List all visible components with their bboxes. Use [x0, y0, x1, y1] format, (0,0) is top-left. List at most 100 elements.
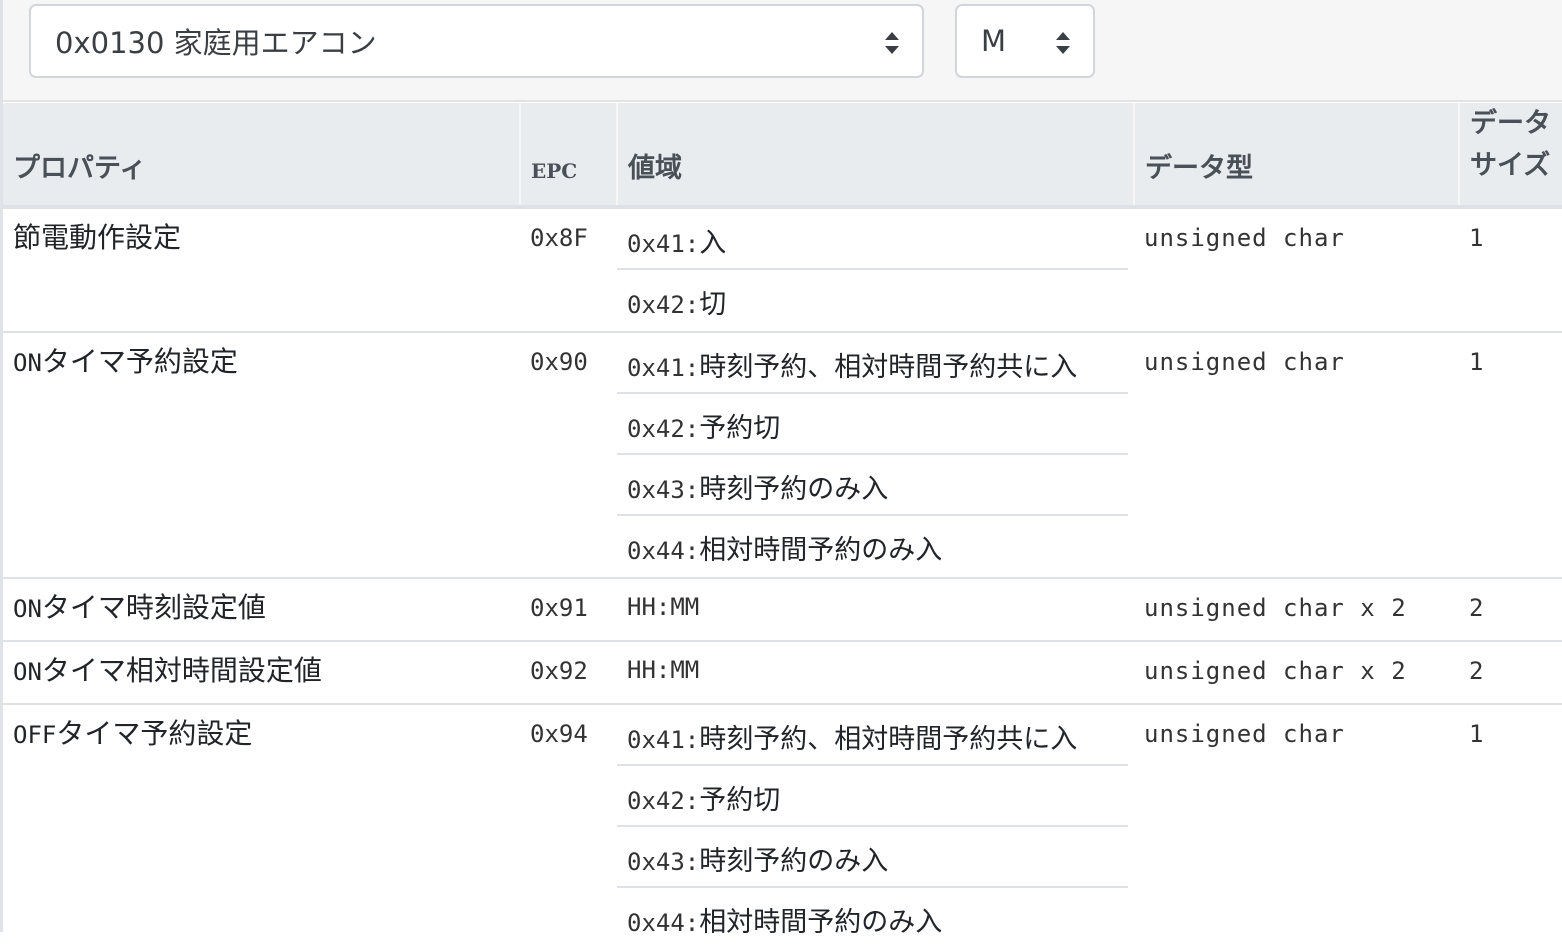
value-range-cell: 0x41:入 0x42:切	[617, 207, 1134, 332]
table-row: ONタイマ時刻設定値 0x91 HH:MM unsigned char x 2 2	[3, 577, 1562, 641]
property-name: タイマ相対時間設定値	[41, 654, 322, 687]
device-class-select-value: 0x0130 家庭用エアコン	[55, 26, 377, 60]
epc-code: 0x92	[530, 657, 588, 685]
value-range-item: 0x41:入	[617, 209, 1128, 270]
value-range-cell: HH:MM	[617, 577, 1134, 641]
value-range-item: 0x44:相対時間予約のみ入	[617, 888, 1128, 949]
data-type-cell: unsigned char	[1134, 703, 1459, 949]
property-name-prefix: ON	[13, 658, 42, 686]
property-name: タイマ予約設定	[56, 717, 253, 750]
column-header-type[interactable]: データ型	[1133, 103, 1459, 209]
value-label: 時刻予約、相対時間予約共に入	[699, 352, 1078, 383]
data-type-cell: unsigned char	[1134, 207, 1459, 332]
table-row: ONタイマ予約設定 0x90 0x41:時刻予約、相対時間予約共に入 0x42:予約切…	[3, 331, 1562, 578]
value-range-cell: HH:MM	[617, 640, 1134, 704]
value-label: 相対時間予約のみ入	[699, 535, 943, 566]
value-range-item: 0x44:相対時間予約のみ入	[617, 516, 1128, 577]
value-label: 時刻予約、相対時間予約共に入	[699, 724, 1078, 755]
property-name: タイマ予約設定	[41, 345, 238, 378]
toolbar: 0x0130 家庭用エアコン M	[3, 0, 1562, 102]
data-size-cell: 1	[1459, 331, 1562, 578]
data-size-cell: 1	[1459, 207, 1562, 332]
value-range-item: 0x42:切	[617, 270, 1128, 331]
value-range-cell: 0x41:時刻予約、相対時間予約共に入 0x42:予約切 0x43:時刻予約のみ入 0…	[617, 331, 1134, 578]
value-code: 0x42:	[627, 787, 700, 815]
property-name: 節電動作設定	[13, 221, 182, 254]
value-code: 0x42:	[627, 291, 700, 319]
device-class-select[interactable]: 0x0130 家庭用エアコン	[29, 4, 924, 78]
epc-code: 0x94	[530, 720, 588, 748]
value-code: HH:MM	[627, 656, 700, 684]
table-body: 節電動作設定 0x8F 0x41:入 0x42:切 unsigned char 1 ONタイ…	[3, 207, 1562, 949]
value-label: 予約切	[699, 413, 781, 444]
property-name-cell: 節電動作設定	[3, 207, 520, 332]
table-header-row: プロパティ EPC 値域 データ型 データサイズ	[3, 103, 1562, 209]
value-range-item: 0x41:時刻予約、相対時間予約共に入	[617, 705, 1128, 766]
data-size-cell: 2	[1459, 640, 1562, 704]
value-range-item: 0x43:時刻予約のみ入	[617, 827, 1128, 888]
column-header-range[interactable]: 値域	[616, 103, 1134, 209]
value-code: 0x44:	[627, 537, 700, 565]
value-code: 0x41:	[627, 230, 700, 258]
property-name-prefix: OFF	[13, 721, 57, 749]
column-header-property[interactable]: プロパティ	[3, 103, 520, 209]
property-name-cell: ONタイマ相対時間設定値	[3, 640, 520, 704]
value-label: 時刻予約のみ入	[699, 474, 889, 505]
value-code: 0x42:	[627, 415, 700, 443]
value-code: 0x44:	[627, 909, 700, 937]
value-label: 切	[699, 289, 727, 320]
value-code: HH:MM	[627, 593, 700, 621]
property-name-cell: ONタイマ時刻設定値	[3, 577, 520, 641]
property-name-prefix: ON	[13, 595, 42, 623]
column-header-size-line1: データ	[1470, 108, 1551, 139]
data-size: 1	[1469, 720, 1484, 748]
column-header-size-line2: サイズ	[1470, 150, 1551, 181]
value-label: 相対時間予約のみ入	[699, 907, 943, 938]
table-row: 節電動作設定 0x8F 0x41:入 0x42:切 unsigned char 1	[3, 207, 1562, 332]
property-name-cell: OFFタイマ予約設定	[3, 703, 520, 949]
data-size-cell: 2	[1459, 577, 1562, 641]
epc-cell: 0x94	[520, 703, 617, 949]
epc-cell: 0x91	[520, 577, 617, 641]
value-range-cell: 0x41:時刻予約、相対時間予約共に入 0x42:予約切 0x43:時刻予約のみ入 0…	[617, 703, 1134, 949]
data-type-cell: unsigned char	[1134, 331, 1459, 578]
column-header-size[interactable]: データ サイズ	[1458, 103, 1562, 209]
data-size: 1	[1469, 224, 1484, 252]
select-arrows-icon	[884, 30, 900, 56]
data-type: unsigned char	[1144, 224, 1345, 252]
column-header-epc[interactable]: EPC	[519, 103, 617, 209]
data-type: unsigned char x 2	[1144, 657, 1407, 685]
data-size-cell: 1	[1459, 703, 1562, 949]
epc-code: 0x90	[530, 348, 588, 376]
value-range-item: HH:MM	[617, 579, 1128, 640]
property-name-prefix: ON	[13, 349, 42, 377]
value-range-item: 0x41:時刻予約、相対時間予約共に入	[617, 333, 1128, 394]
data-size: 1	[1469, 348, 1484, 376]
value-code: 0x43:	[627, 476, 700, 504]
epc-cell: 0x8F	[520, 207, 617, 332]
property-table: プロパティ EPC 値域 データ型 データ サイズ 節電動作設定 0x8F 0x41:…	[3, 103, 1562, 949]
value-range-item: HH:MM	[617, 642, 1128, 703]
table-row: OFFタイマ予約設定 0x94 0x41:時刻予約、相対時間予約共に入 0x42:予約…	[3, 703, 1562, 949]
data-type: unsigned char	[1144, 348, 1345, 376]
property-name: タイマ時刻設定値	[41, 591, 266, 624]
value-code: 0x43:	[627, 848, 700, 876]
value-label: 時刻予約のみ入	[699, 846, 889, 877]
epc-cell: 0x92	[520, 640, 617, 704]
epc-code: 0x91	[530, 594, 588, 622]
select-arrows-icon	[1055, 30, 1071, 56]
value-range-item: 0x42:予約切	[617, 766, 1128, 827]
data-size: 2	[1469, 657, 1484, 685]
value-code: 0x41:	[627, 354, 700, 382]
data-size: 2	[1469, 594, 1484, 622]
value-label: 入	[699, 228, 727, 259]
epc-cell: 0x90	[520, 331, 617, 578]
data-type: unsigned char x 2	[1144, 594, 1407, 622]
mode-select[interactable]: M	[955, 4, 1095, 78]
data-type-cell: unsigned char x 2	[1134, 640, 1459, 704]
property-name-cell: ONタイマ予約設定	[3, 331, 520, 578]
value-label: 予約切	[699, 785, 781, 816]
data-type: unsigned char	[1144, 720, 1345, 748]
value-code: 0x41:	[627, 726, 700, 754]
table-row: ONタイマ相対時間設定値 0x92 HH:MM unsigned char x 2 2	[3, 640, 1562, 704]
